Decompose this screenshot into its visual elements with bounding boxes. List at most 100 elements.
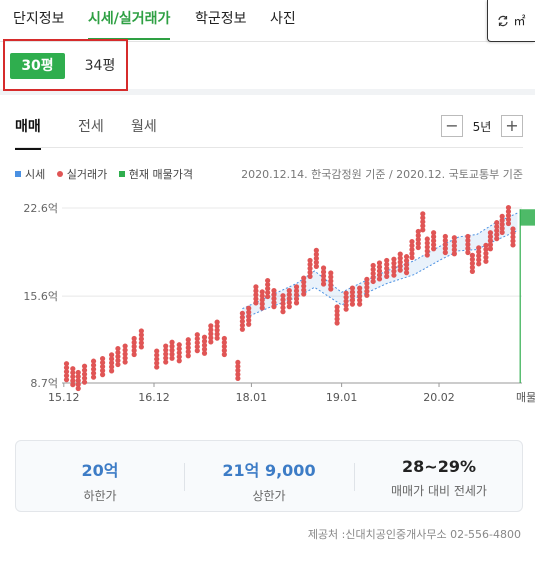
deal-type-tabs: 매매 전세 월세 − 5년 + [15,100,523,150]
actual-price-point [253,300,259,306]
high-price-value: 21억 9,000 [222,461,316,480]
actual-price-point [194,348,200,354]
tab-jeonse[interactable]: 전세 [78,116,104,148]
actual-price-point [442,249,448,256]
high-price-label: 상한가 [252,489,286,503]
listing-price-marker [520,209,535,226]
low-price-label: 하한가 [83,489,117,503]
actual-price-point [469,268,475,274]
price-chart-svg: 22.6억 15.6억 8.7억15.12 16.12 18.01 19.01 20.02 매… [23,202,535,404]
period-minus-button[interactable]: − [441,115,463,137]
actual-price-point [451,251,457,257]
actual-price-point [483,258,489,264]
actual-price-point [505,220,512,227]
actual-price-point [286,304,292,310]
x-tick-label: 18.01 [236,391,268,404]
actual-price-point [301,291,307,297]
actual-price-point [409,254,415,261]
size-30-button[interactable]: 30평 [10,53,65,79]
legend-label: 시세 [25,168,46,181]
actual-price-point [510,242,516,248]
actual-price-point [328,286,334,292]
actual-price-point [99,372,106,378]
tab-complex-info[interactable]: 단지정보 [13,8,65,38]
actual-price-point [185,353,191,359]
actual-price-point [280,309,286,315]
actual-price-point [81,379,88,385]
actual-price-point [313,263,319,269]
actual-price-point [384,273,390,280]
provider-info: 제공처 :신대치공인중개사무소 02-556-4800 [307,528,521,541]
actual-price-point [376,276,383,282]
actual-price-point [239,326,245,332]
tab-school[interactable]: 학군정보 [195,8,247,38]
actual-price-point [271,304,277,310]
actual-price-point [259,305,265,311]
actual-price-point [307,273,313,280]
chart-legend: 시세 실거래가 현재 매물가격 2020.12.14. 한국감정원 기준 / 2… [15,166,523,182]
actual-price-point [221,351,227,358]
tab-sale[interactable]: 매매 [15,116,41,150]
actual-price-point [154,364,160,370]
unit-toggle-button[interactable]: ㎡ [487,0,535,42]
actual-price-point [90,374,97,380]
y-tick-label: 15.6억 [23,290,58,303]
actual-price-point [487,246,494,252]
actual-price-point [499,229,505,235]
actual-dot-icon [56,171,63,177]
actual-price-point [424,252,430,258]
actual-price-point [293,300,300,306]
actual-price-point [265,293,271,300]
actual-price-point [115,361,121,368]
actual-price-point [370,278,376,285]
listing-axis-label: 매물가격 [516,391,535,404]
y-tick-label: 8.7억 [30,377,58,390]
swap-icon [498,15,509,26]
price-chart[interactable]: 22.6억 15.6억 8.7억 15.12 16.12 18.01 19.01 20.02 매… [0,190,535,415]
actual-price-point [476,261,482,267]
price-summary: 20억 하한가 21억 9,000 상한가 28~29% 매매가 대비 전세가 [15,440,523,512]
actual-price-point [70,382,76,388]
top-tab-bar: 단지정보 시세/실거래가 학군정보 사진 ㎡ [0,0,535,42]
actual-price-point [391,272,397,278]
actual-price-point [75,385,81,392]
size-selector: 30평 34평 [0,37,535,95]
legend-item-actual: 실거래가 [56,166,108,182]
actual-price-point [420,227,426,233]
tab-monthly[interactable]: 월세 [131,116,157,148]
period-control: − 5년 + [441,115,523,137]
actual-price-point [122,359,128,365]
period-plus-button[interactable]: + [501,115,523,137]
legend-item-market: 시세 [15,166,45,182]
actual-price-point [138,344,144,350]
actual-price-point [235,375,241,382]
market-swatch-icon [15,171,21,177]
period-value: 5년 [472,119,492,134]
actual-price-point [208,339,214,345]
actual-price-point [415,244,421,251]
actual-price-point [403,270,410,276]
actual-price-point [349,301,356,307]
x-tick-label: 15.12 [48,391,80,404]
low-price-value: 20억 [81,461,119,480]
tab-photos[interactable]: 사진 [270,8,296,38]
legend-label: 실거래가 [66,168,108,181]
actual-price-point [131,351,137,358]
unit-label: ㎡ [513,14,526,28]
actual-price-point [465,249,471,256]
actual-price-point [320,281,327,287]
tab-price[interactable]: 시세/실거래가 [88,8,171,40]
ratio-value: 28~29% [402,457,476,476]
actual-price-point [201,350,208,356]
legend-item-listing: 현재 매물가격 [118,166,193,182]
source-date-text: 2020.12.14. 한국감정원 기준 / 2020.12. 국토교통부 기준 [241,168,523,181]
actual-price-point [109,368,115,374]
summary-ratio: 28~29% 매매가 대비 전세가 [355,441,523,513]
actual-price-point [431,246,437,252]
actual-price-point [163,359,169,365]
size-34-button[interactable]: 34평 [78,53,122,79]
actual-price-point [63,377,70,383]
actual-price-point [176,358,182,364]
listing-swatch-icon [118,171,125,177]
actual-price-point [494,236,500,242]
